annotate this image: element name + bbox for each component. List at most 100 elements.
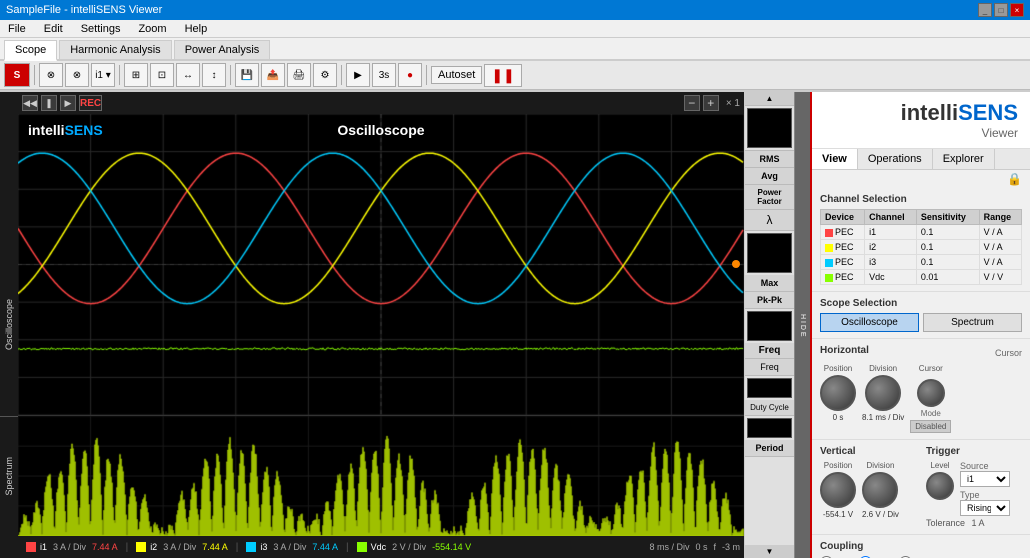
freq2-button[interactable]: Freq [745,359,794,376]
zoom-level: × 1 [726,98,740,109]
period-mini-thumb [747,418,792,438]
menu-help[interactable]: Help [181,22,212,36]
avg-button[interactable]: Avg [745,168,794,185]
play-btn[interactable]: ▶ [346,63,370,87]
scope-canvas [18,114,744,415]
cursor-knob[interactable] [917,379,945,407]
horizontal-knobs: Position 0 s Division 8.1 ms / Div Curso… [820,364,1022,433]
scope-metric-buttons: ▲ RMS Avg PowerFactor λ Max Pk-Pk Freq F… [744,92,794,558]
zoom-plus-btn[interactable]: + [703,95,719,111]
ch3-status: i3 3 A / Div 7.44 A [242,541,342,553]
trigger-level-group: Level [926,461,954,500]
trigger-subsection: Trigger Level Source i1i2i3 [926,446,1022,528]
brand-logo: intelliSENS [901,100,1018,126]
main-content: Oscilloscope Spectrum ◀◀ ❚ ▶ REC − + × 1… [0,92,1030,558]
coupling-title: Coupling [820,541,1022,552]
menu-edit[interactable]: Edit [40,22,67,36]
scope-selection-title: Scope Selection [820,298,1022,309]
vertical-trigger-section: Vertical Position -554.1 V Division 2.6 … [812,440,1030,535]
trigger-settings: Source i1i2i3 Type RisingFalling [960,461,1010,516]
export-btn[interactable]: 📤 [261,63,285,87]
rms-button[interactable]: RMS [745,151,794,168]
lock-icon: 🔒 [1007,172,1022,186]
vertical-knobs: Position -554.1 V Division 2.6 V / Div [820,461,916,519]
scope-toolbar: ◀◀ ❚ ▶ REC − + × 1 [18,92,744,114]
pause-button[interactable]: ❚❚ [484,64,521,87]
scroll-down-btn[interactable]: ▼ [745,545,794,558]
brand-subtitle: Viewer [982,126,1018,140]
h-position-knob[interactable] [820,375,856,411]
zoom-h-btn[interactable]: ↔ [176,63,200,87]
tab-power[interactable]: Power Analysis [174,40,271,59]
period-button[interactable]: Period [745,440,794,457]
menu-settings[interactable]: Settings [77,22,125,36]
trigger-source-select[interactable]: i1i2i3 [960,471,1010,487]
oscilloscope-area: intelliSENS Oscilloscope [18,114,744,415]
scope-mini-thumb [747,108,792,148]
ch-row-i1: PEC i1 0.1 V / A [821,225,1022,240]
pkpk-button[interactable]: Pk-Pk [745,292,794,309]
power-factor-button[interactable]: PowerFactor [745,185,794,210]
lambda-button[interactable]: λ [745,210,794,231]
status-right: 8 ms / Div 0 s f -3 m [649,542,740,552]
trigger-level-knob[interactable] [926,472,954,500]
freq-big-button[interactable]: Freq [745,343,794,359]
settings-btn[interactable]: ⚙ [313,63,337,87]
intellisens-icon[interactable]: S [4,63,30,87]
freq-mini-thumb [747,311,792,341]
zoom-fit-btn[interactable]: ⊡ [150,63,174,87]
hide-panel-btn[interactable]: H I D E [794,92,810,558]
cursor-btn[interactable]: ⊞ [124,63,148,87]
spectrum-area [18,415,744,536]
menubar: File Edit Settings Zoom Help [0,20,1030,38]
zoom-v-btn[interactable]: ↕ [202,63,226,87]
record-btn[interactable]: ● [398,63,422,87]
center-panel: ◀◀ ❚ ▶ REC − + × 1 intelliSENS Oscillosc… [18,92,744,558]
v-position-knob[interactable] [820,472,856,508]
tab-view[interactable]: View [812,149,858,169]
i1-selector[interactable]: i1 ▾ [91,63,115,87]
spectrum-label: Spectrum [0,416,18,536]
tab-scope[interactable]: Scope [4,40,57,61]
duty-cycle-button[interactable]: Duty Cycle [745,400,794,416]
ch-row-i3: PEC i3 0.1 V / A [821,255,1022,270]
close-button[interactable]: × [1010,3,1024,17]
print-btn[interactable]: 🖨 [287,63,311,87]
oscilloscope-btn[interactable]: Oscilloscope [820,313,919,332]
h-division-group: Division 8.1 ms / Div [862,364,904,422]
num-btn[interactable]: 3s [372,63,396,87]
autoset-button[interactable]: Autoset [431,66,482,84]
ch1-status: i1 3 A / Div 7.44 A [22,541,122,553]
view-tabs: View Operations Explorer [812,149,1030,170]
tab-operations[interactable]: Operations [858,149,933,169]
channel-selection-title: Channel Selection [820,194,1022,205]
h-division-knob[interactable] [865,375,901,411]
scroll-up-btn[interactable]: ▲ [745,92,794,106]
max-button[interactable]: Max [745,275,794,292]
coupling-section: Coupling AC DC Gnd [812,535,1030,558]
step-btn[interactable]: ▶ [60,95,76,111]
rewind-btn[interactable]: ◀◀ [22,95,38,111]
play-pause-btn[interactable]: ❚ [41,95,57,111]
menu-zoom[interactable]: Zoom [134,22,170,36]
lock-row: 🔒 [812,170,1030,188]
brand-area: intelliSENS Viewer [812,92,1030,149]
trigger-title: Trigger [926,446,1022,457]
minimize-button[interactable]: _ [978,3,992,17]
menu-file[interactable]: File [4,22,30,36]
window-controls: _ □ × [978,3,1024,17]
v-division-knob[interactable] [862,472,898,508]
ch-row-i2: PEC i2 0.1 V / A [821,240,1022,255]
spectrum-btn[interactable]: Spectrum [923,313,1022,332]
run-btn[interactable]: REC [79,95,102,111]
tab-explorer[interactable]: Explorer [933,149,995,169]
channel-selection-section: Channel Selection Device Channel Sensiti… [812,188,1030,292]
channel-icon[interactable]: ⊗ [39,63,63,87]
tab-harmonic[interactable]: Harmonic Analysis [59,40,171,59]
input-icon[interactable]: ⊗ [65,63,89,87]
maximize-button[interactable]: □ [994,3,1008,17]
save-btn[interactable]: 💾 [235,63,259,87]
trigger-type-select[interactable]: RisingFalling [960,500,1010,516]
scope-title: Oscilloscope [337,122,424,138]
zoom-minus-btn[interactable]: − [684,95,700,111]
